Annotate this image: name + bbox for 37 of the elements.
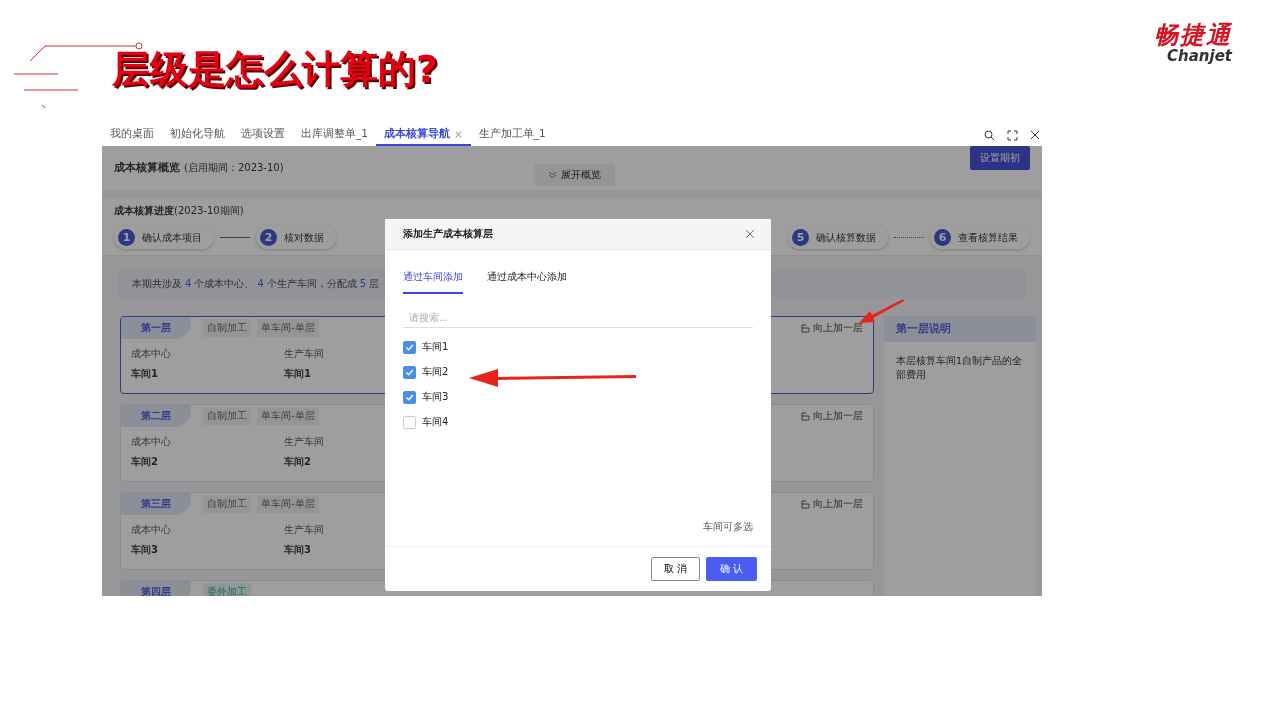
- layer-note-title: 第一层说明: [884, 316, 1036, 342]
- field-label: 生产车间: [284, 523, 324, 537]
- logo-wordmark: Chanjet: [1167, 47, 1232, 65]
- layer-tag: 自制加工: [203, 495, 251, 513]
- layer-tag: 单车间-单层: [257, 407, 319, 425]
- field-value: 车间2: [131, 455, 158, 469]
- slide-title: 层级是怎么计算的?: [112, 45, 439, 93]
- layer-tag: 单车间-单层: [257, 495, 319, 513]
- field-label: 成本中心: [131, 435, 171, 449]
- field-value: 车间3: [131, 543, 158, 557]
- logo-name: 畅捷通: [1154, 23, 1232, 47]
- layer-tag: 单车间-单层: [257, 319, 319, 337]
- field-value: 车间1: [284, 367, 311, 381]
- field-value: 车间2: [284, 455, 311, 469]
- layer-title: 第三层: [121, 493, 191, 515]
- field-label: 成本中心: [131, 523, 171, 537]
- option-label: 车间1: [422, 340, 449, 354]
- layer-tag: 自制加工: [203, 319, 251, 337]
- hint-text: 车间可多选: [703, 520, 753, 534]
- dialog-title: 添加生产成本核算层: [403, 227, 493, 241]
- layer-tag: 委外加工: [203, 583, 251, 596]
- layer-tag: 自制加工: [203, 407, 251, 425]
- field-label: 生产车间: [284, 435, 324, 449]
- layer-title: 第一层: [121, 317, 191, 339]
- overview-title: 成本核算概览: [114, 161, 180, 175]
- layer-title: 第二层: [121, 405, 191, 427]
- overview-period: (启用期间：2023-10): [184, 161, 284, 175]
- option-label: 车间3: [422, 390, 449, 404]
- layer-note-text: 本层核算车间1自制产品的全部费用: [895, 354, 1024, 383]
- option-label: 车间4: [422, 415, 449, 429]
- layer-title: 第四层: [121, 581, 191, 596]
- field-value: 车间3: [284, 543, 311, 557]
- field-value: 车间1: [131, 367, 158, 381]
- option-label: 车间2: [422, 365, 449, 379]
- field-label: 成本中心: [131, 347, 171, 361]
- progress-title: 成本核算进度(2023-10期间): [114, 204, 245, 218]
- field-label: 生产车间: [284, 347, 324, 361]
